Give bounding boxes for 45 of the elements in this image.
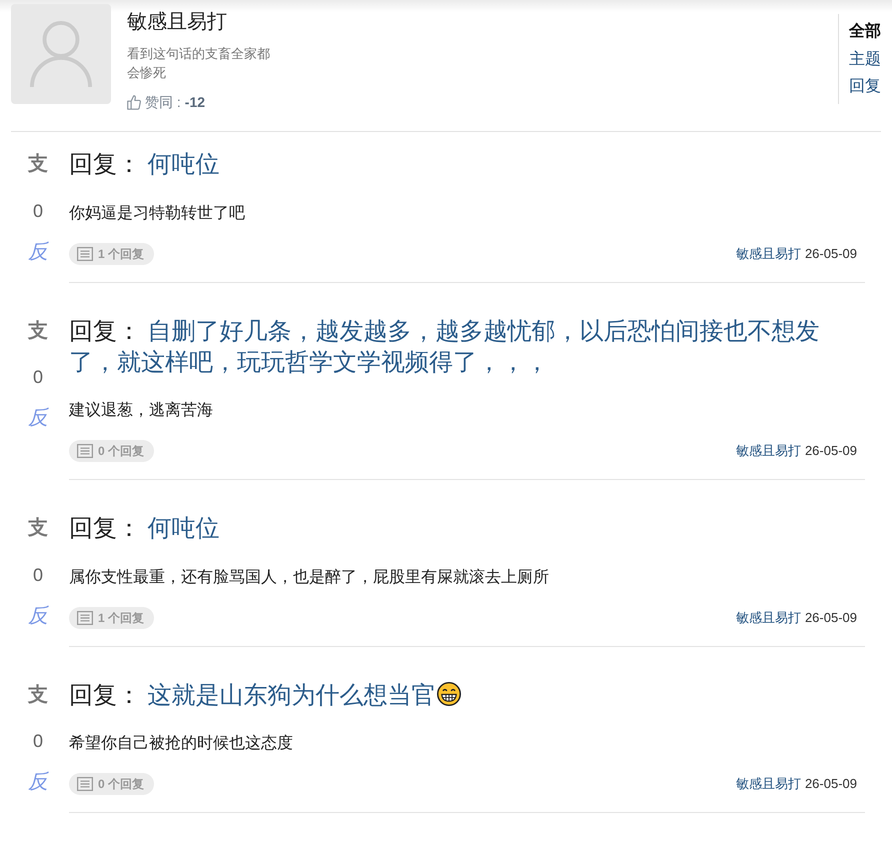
comment-icon bbox=[77, 777, 93, 791]
post-date: 26-05-09 bbox=[804, 775, 857, 794]
oppose-button[interactable]: 反 bbox=[28, 770, 48, 794]
person-silhouette-icon bbox=[30, 20, 92, 88]
post-body: 建议退葱，逃离苦海 bbox=[69, 400, 213, 421]
comment-icon bbox=[77, 246, 93, 260]
oppose-button[interactable]: 反 bbox=[28, 604, 48, 628]
post-title-link[interactable]: 回复： 这就是山东狗为什么想当官 bbox=[69, 680, 461, 710]
vote-count: 0 bbox=[32, 366, 43, 389]
replies-button[interactable]: 1 个回复 bbox=[69, 606, 154, 628]
comment-icon bbox=[77, 444, 93, 458]
oppose-button[interactable]: 反 bbox=[28, 406, 48, 430]
user-bio: 看到这句话的支畜全家都会惨死 bbox=[127, 45, 271, 82]
comment-icon bbox=[77, 610, 93, 624]
post-title-link[interactable]: 回复： 何吨位 bbox=[69, 149, 220, 180]
support-button[interactable]: 支 bbox=[28, 513, 48, 544]
author-link[interactable]: 敏感且易打 bbox=[736, 608, 801, 628]
vote-count: 0 bbox=[32, 564, 43, 586]
post-title-link[interactable]: 回复： 自删了好几条，越发越多，越多越忧郁，以后恐怕间接也不想发了，就这样吧，玩玩哲学文学视频得了，，， bbox=[69, 316, 865, 378]
support-button[interactable]: 支 bbox=[28, 149, 48, 180]
oppose-button[interactable]: 反 bbox=[28, 240, 48, 264]
post-date: 26-05-09 bbox=[804, 442, 857, 460]
author-link[interactable]: 敏感且易打 bbox=[736, 441, 801, 461]
replies-button[interactable]: 1 个回复 bbox=[69, 242, 154, 264]
author-link[interactable]: 敏感且易打 bbox=[736, 244, 801, 264]
post-body: 属你支性最重，还有脸骂国人，也是醉了，屁股里有屎就滚去上厕所 bbox=[69, 568, 549, 588]
support-button[interactable]: 支 bbox=[28, 316, 48, 346]
replies-button[interactable]: 0 个回复 bbox=[69, 773, 154, 795]
post-body: 希望你自己被抢的时候也这态度 bbox=[69, 734, 293, 754]
likes-count: -12 bbox=[184, 93, 206, 112]
post-date: 26-05-09 bbox=[804, 244, 857, 263]
filter-tab[interactable]: 主题 bbox=[849, 46, 881, 73]
vote-count: 0 bbox=[32, 200, 43, 222]
filter-tab[interactable]: 全部 bbox=[849, 18, 881, 46]
post-body: 你妈逼是习特勒转世了吧 bbox=[69, 204, 245, 224]
thumbs-up-icon bbox=[127, 94, 141, 110]
post-title-link[interactable]: 回复： 何吨位 bbox=[69, 513, 220, 544]
user-name: 敏感且易打 bbox=[127, 10, 227, 35]
likes-label: 赞同 : bbox=[145, 93, 181, 112]
vote-count: 0 bbox=[32, 730, 43, 753]
filter-tab[interactable]: 回复 bbox=[849, 73, 881, 100]
post-date: 26-05-09 bbox=[804, 608, 857, 627]
replies-button[interactable]: 0 个回复 bbox=[69, 440, 154, 462]
author-link[interactable]: 敏感且易打 bbox=[736, 774, 801, 794]
support-button[interactable]: 支 bbox=[28, 680, 48, 710]
